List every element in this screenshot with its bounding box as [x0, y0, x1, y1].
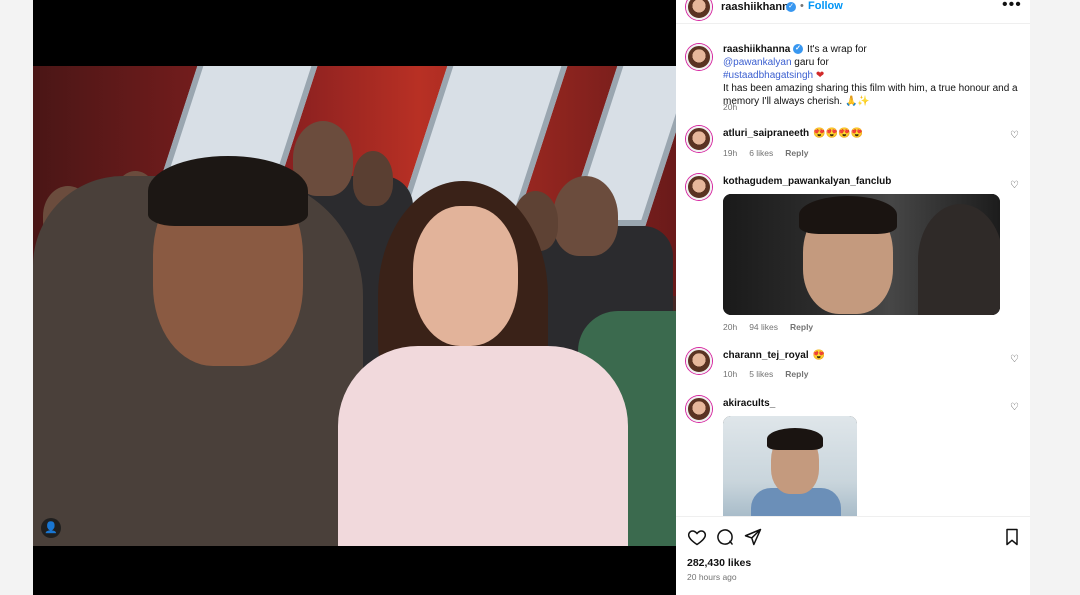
right-background: [1030, 0, 1080, 595]
comment-item: atluri_saipraneeth 😍😍😍😍 ♡ 19h 6 likes Reply: [676, 126, 1030, 166]
comment-item: charann_tej_royal 😍 ♡ 10h 5 likes Reply: [676, 348, 1030, 388]
comment-like-icon[interactable]: ♡: [1010, 180, 1019, 191]
comment-username[interactable]: akiracults_: [723, 398, 775, 409]
comment-likes[interactable]: 94 likes: [749, 322, 778, 332]
caption-body: @pawankalyan garu for #ustaadbhagatsingh…: [723, 56, 1023, 108]
caption: raashiikhanna ✓ It's a wrap for @pawankal…: [676, 42, 1030, 122]
comment-icon[interactable]: [715, 527, 735, 547]
gif-hair: [799, 196, 897, 234]
comment-reply-button[interactable]: Reply: [790, 322, 813, 332]
caption-username[interactable]: raashiikhanna ✓ It's a wrap for: [723, 44, 867, 55]
comment-like-icon[interactable]: ♡: [1010, 354, 1019, 365]
comment-avatar[interactable]: [686, 348, 712, 374]
post-photo[interactable]: [33, 66, 676, 546]
more-options-icon[interactable]: •••: [1002, 0, 1022, 14]
gif-person: [918, 204, 1000, 315]
photo-person: [553, 176, 618, 256]
caption-text-2: garu for: [791, 57, 829, 68]
comment-item: akiracults_ ♡: [676, 396, 1030, 516]
caption-hashtag-link[interactable]: #ustaadbhagatsingh: [723, 70, 813, 81]
comment-avatar[interactable]: [686, 396, 712, 422]
comment-item: kothagudem_pawankalyan_fanclub ♡ 20h 94 l…: [676, 174, 1030, 334]
post-side-panel: raashiikhanna ✓ • Follow ••• raashiikhan…: [676, 0, 1030, 595]
comment-username[interactable]: charann_tej_royal 😍: [723, 350, 825, 361]
photo-person: [353, 151, 393, 206]
comment-username[interactable]: atluri_saipraneeth 😍😍😍😍: [723, 128, 863, 139]
comment-avatar[interactable]: [686, 126, 712, 152]
like-heart-icon[interactable]: [687, 527, 707, 547]
comment-time: 19h: [723, 148, 738, 158]
left-background: [0, 0, 33, 595]
caption-time: 20h: [723, 102, 738, 112]
author-avatar[interactable]: [686, 0, 712, 20]
share-icon[interactable]: [743, 527, 763, 547]
gif-hair: [767, 428, 823, 450]
comment-likes[interactable]: 6 likes: [749, 148, 773, 158]
comment-time: 10h: [723, 369, 738, 379]
verified-badge-icon: ✓: [786, 2, 796, 12]
likes-count[interactable]: 282,430 likes: [687, 557, 751, 569]
verified-badge-icon: ✓: [793, 44, 804, 55]
heart-icon: ❤: [815, 70, 825, 81]
comment-gif[interactable]: [723, 416, 857, 516]
photo-woman-face: [413, 206, 518, 346]
caption-avatar[interactable]: [686, 44, 712, 70]
comment-reply-button[interactable]: Reply: [785, 369, 808, 379]
photo-man-hair: [148, 156, 308, 226]
photo-woman-dress: [338, 346, 628, 546]
caption-mention-link[interactable]: @pawankalyan: [723, 57, 792, 68]
comment-like-icon[interactable]: ♡: [1010, 130, 1019, 141]
comment-gif[interactable]: [723, 194, 1000, 315]
comment-meta: 19h 6 likes Reply: [723, 148, 820, 158]
post-media: 👤: [33, 0, 676, 595]
comment-likes[interactable]: 5 likes: [749, 369, 773, 379]
comment-text: 😍: [812, 350, 826, 361]
comment-username[interactable]: kothagudem_pawankalyan_fanclub: [723, 176, 891, 187]
comment-avatar[interactable]: [686, 174, 712, 200]
header-separator: •: [800, 0, 804, 12]
caption-text-1: It's a wrap for: [807, 44, 867, 55]
comment-text: 😍😍😍😍: [813, 128, 863, 139]
comments-list[interactable]: raashiikhanna ✓ It's a wrap for @pawankal…: [676, 30, 1030, 516]
bookmark-icon[interactable]: [1002, 527, 1022, 547]
caption-text-3: It has been amazing sharing this film wi…: [723, 83, 1018, 107]
follow-button[interactable]: Follow: [808, 0, 843, 12]
post-actions: 282,430 likes 20 hours ago: [676, 516, 1030, 595]
comment-meta: 10h 5 likes Reply: [723, 369, 820, 379]
post-header: raashiikhanna ✓ • Follow •••: [676, 0, 1030, 24]
person-tag-icon[interactable]: 👤: [41, 518, 61, 538]
comment-reply-button[interactable]: Reply: [785, 148, 808, 158]
author-username[interactable]: raashiikhanna: [721, 1, 795, 13]
post-time: 20 hours ago: [687, 572, 737, 582]
comment-meta: 20h 94 likes Reply: [723, 322, 825, 332]
comment-time: 20h: [723, 322, 738, 332]
comment-like-icon[interactable]: ♡: [1010, 402, 1019, 413]
